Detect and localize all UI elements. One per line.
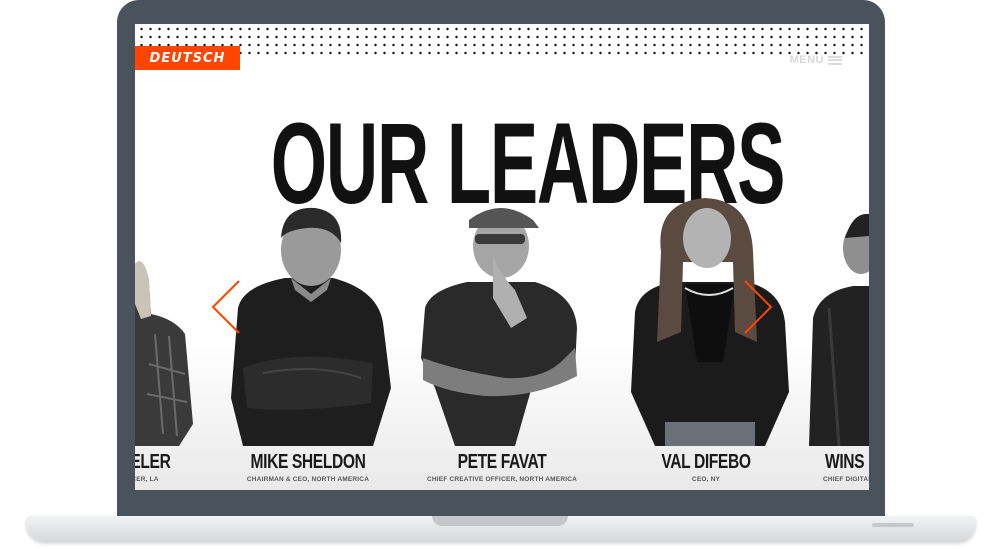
laptop-foot bbox=[872, 523, 914, 527]
leader-photo-3[interactable] bbox=[415, 198, 585, 446]
leader-photo-2[interactable] bbox=[223, 198, 393, 446]
laptop-notch bbox=[432, 516, 568, 526]
hamburger-icon bbox=[828, 55, 842, 65]
menu-label: MENU bbox=[789, 54, 824, 66]
leader-name-2[interactable]: MIKE SHELDON bbox=[246, 451, 371, 474]
chevron-left-icon[interactable] bbox=[211, 279, 241, 335]
dotted-header-pattern bbox=[135, 24, 869, 58]
chevron-right-icon[interactable] bbox=[743, 279, 773, 335]
leader-photo-1[interactable] bbox=[135, 224, 195, 446]
leader-name-1[interactable]: DELER bbox=[135, 451, 176, 474]
menu-button[interactable]: MENU bbox=[790, 54, 842, 66]
deutsch-logo[interactable]: DEUTSCH bbox=[135, 46, 240, 70]
leader-role-2: CHAIRMAN & CEO, NORTH AMERICA bbox=[246, 476, 370, 483]
leader-name-5[interactable]: WINS bbox=[825, 451, 869, 474]
leader-photo-5[interactable] bbox=[809, 208, 869, 446]
leader-name-3[interactable]: PETE FAVAT bbox=[440, 451, 565, 474]
leader-role-1: CER, LA bbox=[135, 476, 159, 483]
browser-screen: DEUTSCH MENU OUR LEADERS LER ER, LA MIKE… bbox=[135, 24, 869, 490]
leader-role-4: CEO, NY bbox=[691, 476, 721, 483]
leader-role-5: CHIEF DIGITAL bbox=[823, 476, 869, 483]
leader-role-3: CHIEF CREATIVE OFFICER, NORTH AMERICA bbox=[426, 476, 578, 483]
leader-name-4[interactable]: VAL DIFEBO bbox=[648, 451, 765, 474]
